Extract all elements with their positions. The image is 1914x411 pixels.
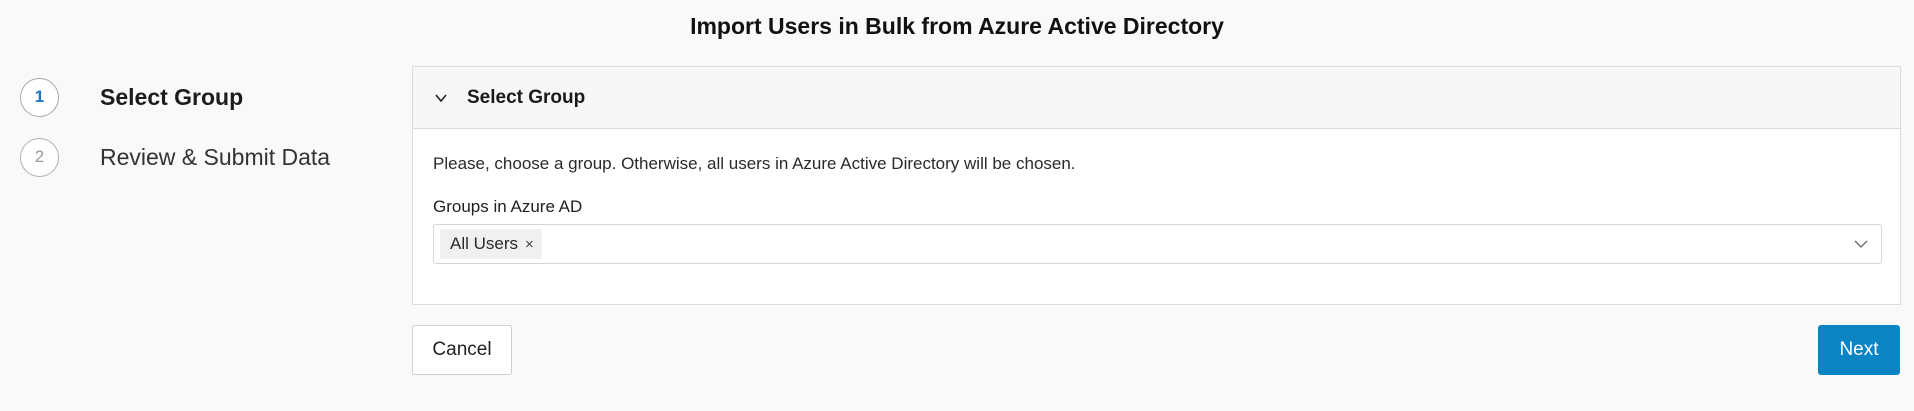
groups-multiselect[interactable]: All Users ×: [433, 224, 1882, 264]
step-select-group[interactable]: 1 Select Group: [20, 77, 380, 117]
cancel-button[interactable]: Cancel: [412, 325, 512, 375]
chevron-down-icon[interactable]: [433, 90, 449, 106]
next-button[interactable]: Next: [1818, 325, 1900, 375]
step-label-review-submit: Review & Submit Data: [100, 144, 331, 170]
step-number-1: 1: [20, 77, 59, 117]
tag-label: All Users: [450, 234, 519, 253]
step-label-select-group: Select Group: [100, 84, 244, 110]
panel-description: Please, choose a group. Otherwise, all u…: [433, 154, 1076, 173]
chevron-down-icon[interactable]: [1853, 237, 1869, 251]
step-review-submit[interactable]: 2 Review & Submit Data: [20, 137, 380, 177]
panel-header[interactable]: Select Group: [413, 67, 1900, 129]
panel-body: Please, choose a group. Otherwise, all u…: [413, 129, 1900, 264]
groups-field-label: Groups in Azure AD: [433, 197, 583, 216]
select-group-panel: Select Group Please, choose a group. Oth…: [412, 66, 1901, 305]
page-title: Import Users in Bulk from Azure Active D…: [690, 13, 1224, 39]
selected-group-tag: All Users ×: [440, 229, 542, 259]
step-number-2: 2: [20, 137, 59, 177]
wizard-stepper: 1 Select Group 2 Review & Submit Data: [20, 77, 380, 197]
panel-title: Select Group: [467, 86, 586, 108]
close-icon[interactable]: ×: [525, 236, 534, 253]
